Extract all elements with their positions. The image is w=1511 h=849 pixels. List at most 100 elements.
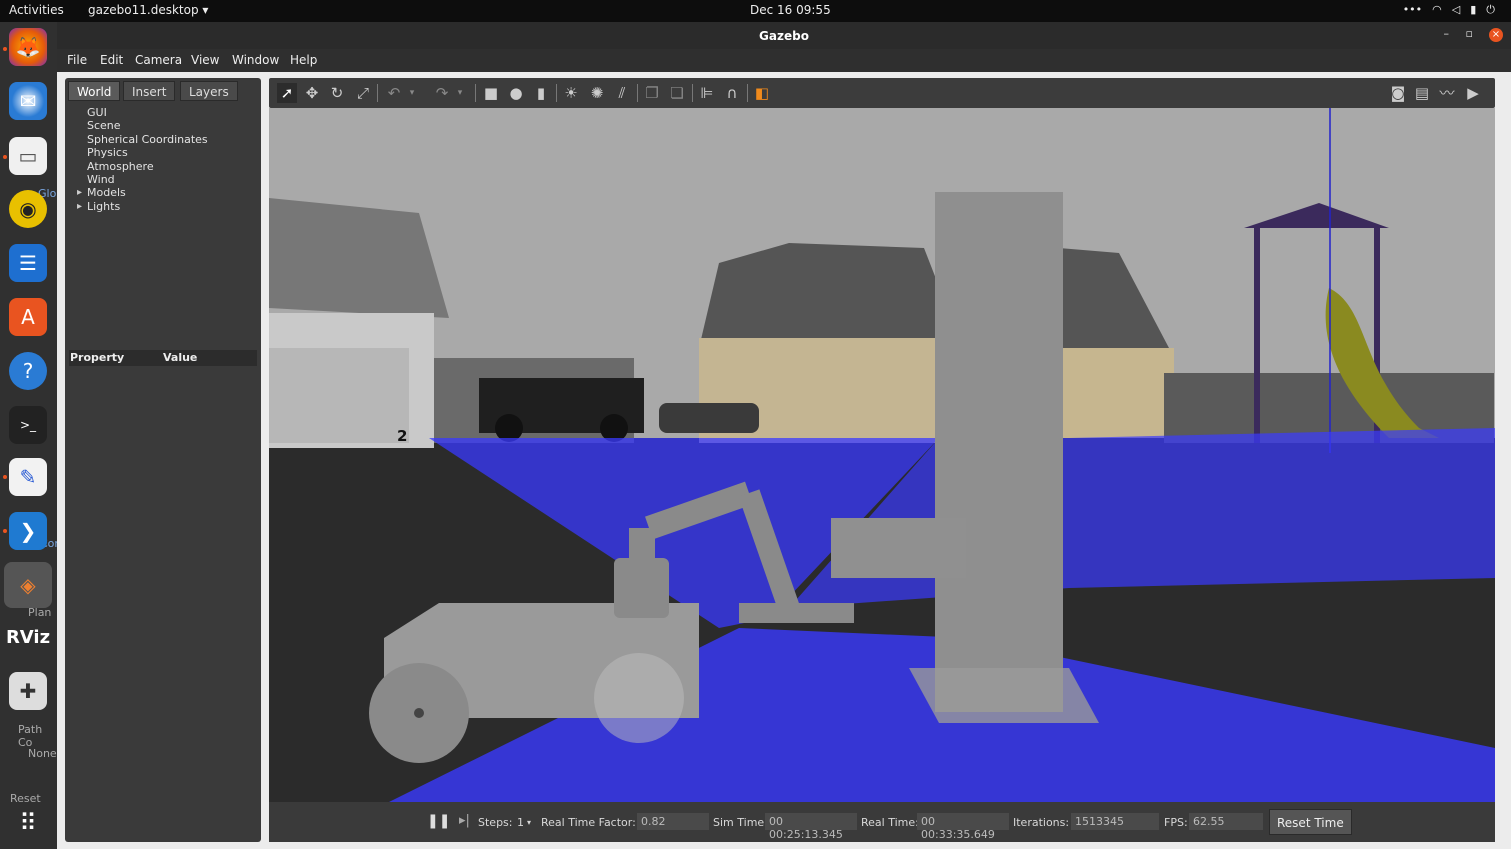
running-indicator: [3, 155, 7, 159]
step-icon[interactable]: ▸|: [459, 813, 470, 828]
wifi-icon: ◠: [1432, 3, 1442, 16]
tree-item[interactable]: Wind: [79, 173, 208, 186]
rtf-label: Real Time Factor:: [541, 816, 636, 829]
redo-icon[interactable]: ↷: [432, 83, 452, 103]
world-tree: GUI Scene Spherical Coordinates Physics …: [77, 106, 208, 214]
rtf-value: 0.82: [637, 813, 709, 830]
tree-item[interactable]: Scene: [79, 119, 208, 132]
sim-status-bar: ❚❚ ▸| Steps: 1 ▾ Real Time Factor: 0.82 …: [269, 802, 1495, 842]
running-indicator: [3, 529, 7, 533]
robot-wheel-rear: [594, 653, 684, 743]
firefox-icon[interactable]: 🦊: [9, 28, 47, 66]
directional-light-icon[interactable]: ⫽: [612, 83, 632, 103]
tree-item-lights[interactable]: Lights: [77, 200, 208, 214]
log-icon[interactable]: ▤: [1412, 83, 1432, 103]
undo-icon[interactable]: ↶: [384, 83, 404, 103]
property-table: [69, 366, 257, 836]
tree-item-models[interactable]: Models: [77, 186, 208, 200]
divider: [377, 84, 378, 102]
window-title: Gazebo: [759, 29, 809, 43]
top-bar: Activities gazebo11.desktop ▾ Dec 16 09:…: [0, 0, 1511, 22]
steps-spin-icon[interactable]: ▾: [527, 818, 531, 827]
3d-viewport[interactable]: 2: [269, 108, 1495, 802]
paste-icon[interactable]: ❏: [667, 83, 687, 103]
tab-world[interactable]: World: [68, 81, 121, 101]
thunderbird-icon[interactable]: ✉: [9, 82, 47, 120]
video-record-icon[interactable]: ▶: [1463, 83, 1483, 103]
show-apps-icon[interactable]: ⠿: [9, 804, 47, 842]
maximize-button[interactable]: ▫: [1466, 27, 1473, 40]
scene-marker-label: 2: [397, 427, 407, 445]
snap-icon[interactable]: ∩: [722, 83, 742, 103]
system-tray[interactable]: ••• ◠ ◁ ▮ ⏻: [1403, 3, 1495, 17]
close-button[interactable]: ×: [1489, 28, 1503, 42]
screenshot-icon[interactable]: ◙: [1388, 83, 1408, 103]
menu-file[interactable]: File: [67, 53, 87, 67]
pillar-arm: [831, 518, 966, 578]
garage-door: [269, 348, 409, 443]
gazebo-icon[interactable]: ◈: [4, 562, 52, 608]
copy-icon[interactable]: ❐: [642, 83, 662, 103]
writer-icon[interactable]: ☰: [9, 244, 47, 282]
undo-history-icon[interactable]: ▾: [402, 83, 422, 103]
menu-camera[interactable]: Camera: [135, 53, 182, 67]
rviz-icon[interactable]: RViz: [6, 618, 50, 656]
running-indicator: [3, 47, 7, 51]
text-editor-icon[interactable]: ✎: [9, 458, 47, 496]
car-model: [659, 403, 759, 433]
volume-icon: ◁: [1451, 3, 1461, 16]
reset-time-button[interactable]: Reset Time: [1269, 809, 1352, 835]
pillar-base: [909, 668, 1099, 723]
background-text: Path Co: [18, 723, 43, 749]
rotate-mode-icon[interactable]: ↻: [327, 83, 347, 103]
change-view-icon[interactable]: ◧: [752, 83, 772, 103]
fps-label: FPS:: [1164, 816, 1188, 829]
menu-help[interactable]: Help: [290, 53, 317, 67]
software-icon[interactable]: A: [9, 298, 47, 336]
pause-icon[interactable]: ❚❚: [427, 813, 450, 829]
gamepad-icon[interactable]: ✚: [9, 672, 47, 710]
tree-item[interactable]: GUI: [79, 106, 208, 119]
activities-button[interactable]: Activities: [9, 3, 64, 17]
vscode-icon[interactable]: ❯: [9, 512, 47, 550]
left-panel: World Insert Layers GUI Scene Spherical …: [65, 78, 261, 842]
menu-view[interactable]: View: [191, 53, 219, 67]
tab-insert[interactable]: Insert: [123, 81, 176, 101]
app-menu[interactable]: gazebo11.desktop ▾: [88, 3, 208, 17]
value-column: Value: [163, 351, 198, 364]
point-light-icon[interactable]: ☀: [561, 83, 581, 103]
redo-history-icon[interactable]: ▾: [450, 83, 470, 103]
select-mode-icon[interactable]: ➚: [277, 83, 297, 103]
spot-light-icon[interactable]: ✺: [587, 83, 607, 103]
files-icon[interactable]: ▭: [9, 137, 47, 175]
help-icon[interactable]: ?: [9, 352, 47, 390]
dock: Glo Contex Plan Path Co None Reset 🦊 ✉ ▭…: [0, 22, 79, 849]
tree-item[interactable]: Physics: [79, 146, 208, 159]
terminal-icon[interactable]: >_: [9, 406, 47, 444]
plot-icon[interactable]: 〰: [1437, 83, 1457, 103]
iterations-value: 1513345: [1071, 813, 1159, 830]
iterations-label: Iterations:: [1013, 816, 1070, 829]
title-bar[interactable]: Gazebo – ▫ ×: [57, 22, 1511, 49]
sphere-shape-icon[interactable]: ●: [506, 83, 526, 103]
translate-mode-icon[interactable]: ✥: [302, 83, 322, 103]
tree-item[interactable]: Spherical Coordinates: [79, 133, 208, 146]
divider: [556, 84, 557, 102]
tab-layers[interactable]: Layers: [180, 81, 238, 101]
menu-bar: File Edit Camera View Window Help: [57, 49, 1511, 72]
real-time-value: 00 00:33:35.649: [917, 813, 1009, 841]
divider: [747, 84, 748, 102]
clock[interactable]: Dec 16 09:55: [750, 3, 831, 17]
cylinder-shape-icon[interactable]: ▮: [531, 83, 551, 103]
menu-edit[interactable]: Edit: [100, 53, 123, 67]
menu-window[interactable]: Window: [232, 53, 279, 67]
steps-value[interactable]: 1: [517, 816, 524, 829]
box-shape-icon[interactable]: ■: [481, 83, 501, 103]
gazebo-window: Gazebo – ▫ × File Edit Camera View Windo…: [57, 22, 1511, 849]
tree-item[interactable]: Atmosphere: [79, 160, 208, 173]
more-icon[interactable]: •••: [1403, 3, 1422, 17]
align-icon[interactable]: ⊫: [697, 83, 717, 103]
scale-mode-icon[interactable]: ⤢: [353, 83, 373, 103]
minimize-button[interactable]: –: [1444, 27, 1450, 40]
rhythmbox-icon[interactable]: ◉: [9, 190, 47, 228]
